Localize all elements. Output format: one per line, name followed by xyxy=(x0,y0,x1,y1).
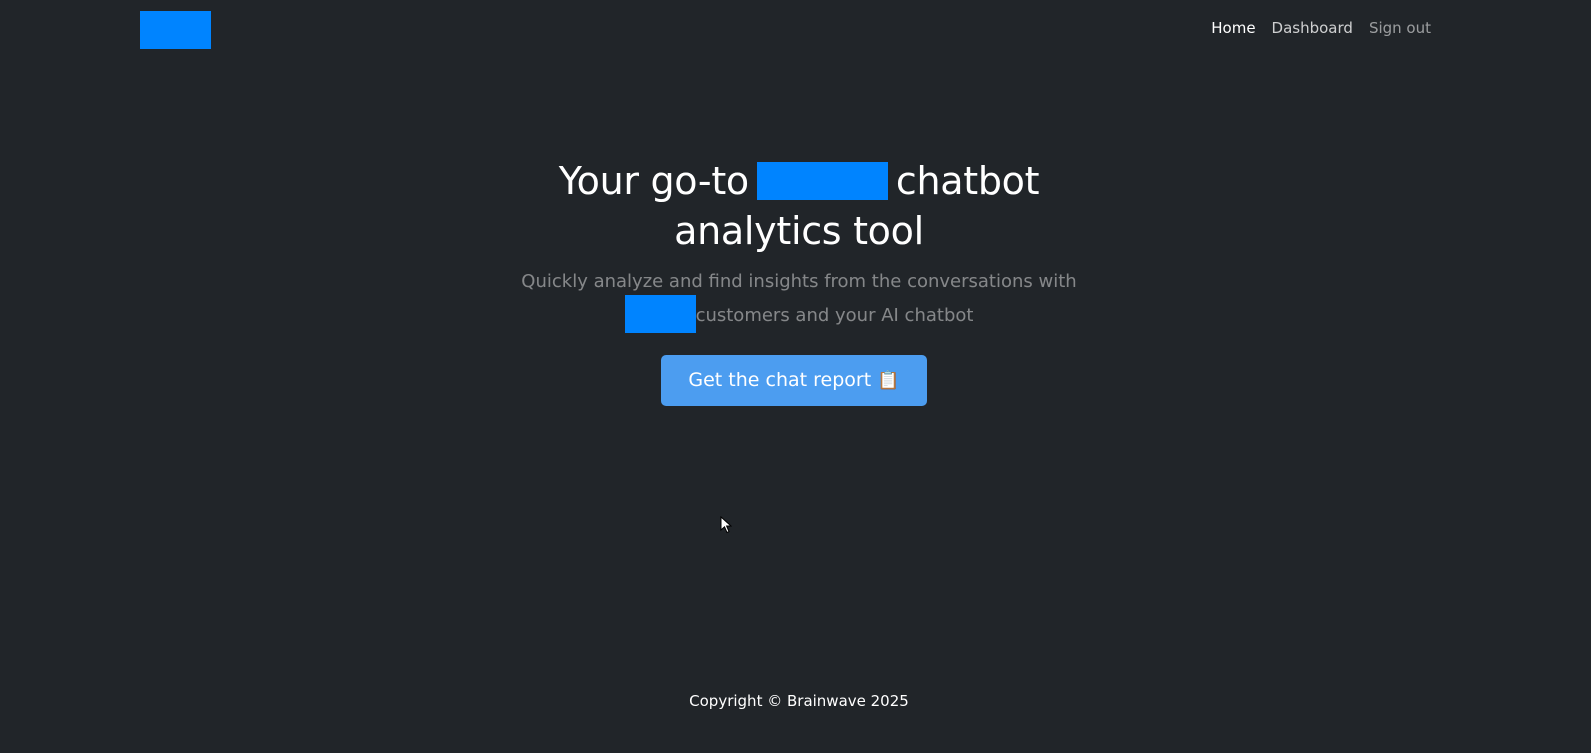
redacted-company-name xyxy=(624,295,696,333)
navbar: Home Dashboard Sign out xyxy=(0,0,1591,56)
hero-title-part1: Your go-to xyxy=(558,159,749,203)
get-chat-report-label: Get the chat report xyxy=(688,369,872,391)
hero-title-part2: chatbot xyxy=(895,159,1040,203)
hero-subtitle: Quickly analyze and find insights from t… xyxy=(0,266,1591,335)
brand-logo[interactable] xyxy=(140,11,211,49)
get-chat-report-button[interactable]: Get the chat report 📋 xyxy=(661,355,927,406)
mouse-pointer-icon xyxy=(720,516,732,534)
hero-subtitle-line2: customers and your AI chatbot xyxy=(695,305,974,326)
footer: Copyright © Brainwave 2025 xyxy=(0,690,1591,712)
hero-section: Your go-to chatbot analytics tool Quickly… xyxy=(0,156,1591,335)
clipboard-icon: 📋 xyxy=(877,370,900,391)
nav-sign-out-link[interactable]: Sign out xyxy=(1369,17,1431,39)
copyright-text: Copyright © Brainwave 2025 xyxy=(689,692,909,710)
redacted-brand-name xyxy=(756,161,888,200)
nav-dashboard-link[interactable]: Dashboard xyxy=(1272,17,1353,39)
nav-links: Home Dashboard Sign out xyxy=(1211,17,1431,39)
nav-home-link[interactable]: Home xyxy=(1211,17,1255,39)
hero-title-line2: analytics tool xyxy=(674,209,924,253)
hero-subtitle-line1: Quickly analyze and find insights from t… xyxy=(521,271,1077,292)
hero-title: Your go-to chatbot analytics tool xyxy=(0,156,1591,256)
